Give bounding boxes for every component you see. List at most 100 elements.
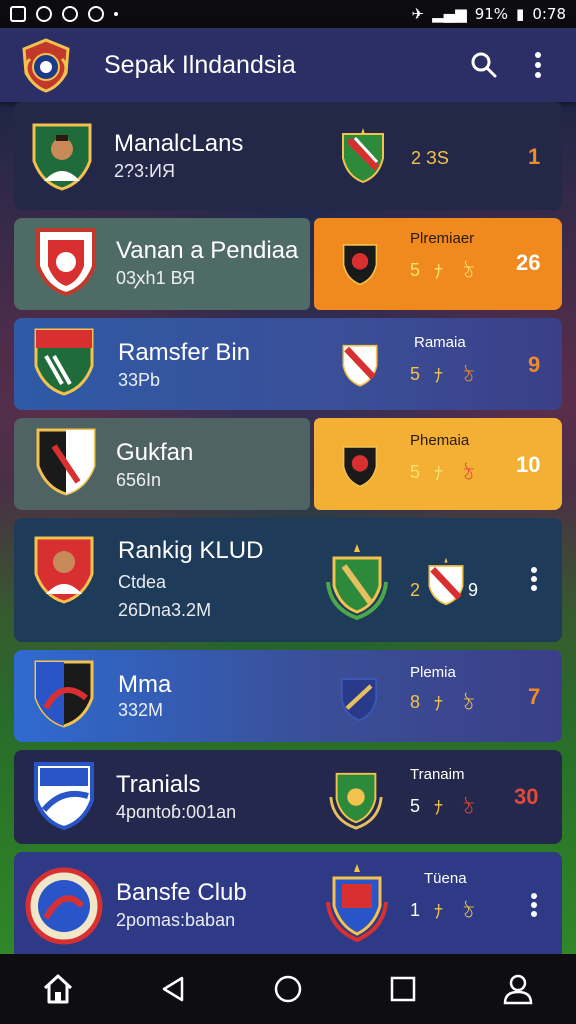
match-count: 5 [410,796,421,816]
match-count: 2 ЗЅ [411,148,449,168]
notification-icon [10,6,26,22]
match-label: Plemia [410,664,456,681]
recents-home-button[interactable] [264,965,312,1013]
club-crest-icon [36,428,96,496]
ball-icon: ঠ [464,464,474,484]
ball-icon: ﾅ [434,798,443,818]
battery-percent: 91% [474,5,509,23]
club-points: 10 [516,452,541,477]
more-vertical-icon [535,52,541,78]
club-stat: 4pɑntoɓ:001an [116,802,237,822]
club-list: ManalcLans 2?3:ИЯ 2 ЗЅ 1 Vanan a Pendiaa… [14,102,562,970]
match-card: Рlremiaer 5 ﾅ ঠ 26 [314,218,562,310]
match-label: Рlremiaer [410,230,475,247]
notification-icon [62,6,78,22]
club-value: 26Dna3.2M [118,600,212,620]
opponent-crest-icon [342,244,378,286]
opponent-crest-icon [342,344,378,387]
dot-icon [114,12,118,16]
match-count: 5 [410,260,421,280]
back-icon [162,976,184,1002]
ball-icon: ﾅ [434,902,443,922]
overflow-menu-button[interactable] [518,45,558,85]
status-bar: ✈ ▂▄▆ 91% ▮ 0:78 [0,0,576,28]
opponent-crest-icon [329,772,383,830]
match-count: 1 [410,900,421,920]
row-more-vertical-icon[interactable] [530,566,538,592]
row-more-vertical-icon[interactable] [530,892,538,918]
club-name: Rankig KLUD [118,537,264,564]
back-button[interactable] [149,965,197,1013]
navigation-bar [0,954,576,1024]
club-name: Gukfan [116,439,194,466]
match-label: Phemaia [410,432,470,449]
club-row[interactable]: Vanan a Pendiaa 03ꭗh1 ВЯ Рlremiaer 5 ﾅ ঠ… [14,218,562,310]
club-points: 30 [514,784,539,809]
club-stat: 2?3:ИЯ [114,161,175,181]
player-avatar [34,536,94,604]
club-row[interactable]: Rankig KLUD Ctdea 26Dna3.2M 2 9 [14,518,562,642]
square-icon [390,976,416,1002]
notification-icon [88,6,104,22]
opponent-crest-icon [342,446,378,488]
ball-icon: ঠ [464,262,474,282]
profile-button[interactable] [494,965,542,1013]
club-crest-icon [36,228,96,296]
circle-home-icon [274,975,302,1003]
ball-icon: ঠ [464,366,474,386]
club-name: Tranials [116,771,201,798]
app-logo-icon [22,38,70,93]
match-label: Tranaim [410,766,465,783]
home-icon [43,974,72,1004]
club-row[interactable]: Bansfe Club 2pomas:baban Tüena 1 ﾅ ঠ [14,852,562,962]
club-crest-icon [34,762,94,830]
notification-icon [36,6,52,22]
ball-icon: ﾅ [434,464,443,484]
club-crest-icon [34,660,94,728]
search-button[interactable] [464,45,504,85]
club-name: Ramsfer Bin [118,339,251,366]
match-count: 8 [410,692,421,712]
notification-icons [10,6,118,22]
club-stat: 332M [118,700,164,720]
app-title: Sepak Ilndandsia [104,50,296,79]
ball-icon: ঠ [464,798,474,818]
overview-button[interactable] [379,965,427,1013]
club-stat: 33Pb [118,370,161,390]
club-stat: 03ꭗh1 ВЯ [116,268,195,288]
club-points: 1 [528,144,541,169]
battery-icon: ▮ [516,5,525,23]
user-icon [504,974,533,1005]
signal-icon: ▂▄▆ [432,5,467,23]
match-count: 2 [410,580,421,600]
club-name: ManalcLans [114,130,244,157]
match-label: Tüena [424,870,467,887]
opponent-crest-icon [341,678,377,722]
club-row[interactable]: Ramsfer Bin 33Pb Ramaia 5 ﾅ ঠ 9 [14,318,562,410]
club-row[interactable]: Mma 332M Plemia 8 ﾅ ঠ 7 [14,650,562,742]
match-card: Phemaia 5 ﾅ ঠ 10 [314,418,562,510]
club-name: Bansfe Club [116,879,247,906]
ball-icon: ঠ [464,694,474,714]
club-row[interactable]: ManalcLans 2?3:ИЯ 2 ЗЅ 1 [14,102,562,210]
club-row[interactable]: Tranials 4pɑntoɓ:001an Tranaim 5 ﾅ ঠ 30 [14,750,562,844]
home-button[interactable] [34,965,82,1013]
wifi-icon: ✈ [411,5,425,23]
search-icon [471,52,497,78]
club-name: Vanan a Pendiaa [116,237,299,264]
club-crest-icon [326,544,388,621]
opponent-crest-icon [428,557,464,606]
club-row[interactable]: Gukfan 656In Phemaia 5 ﾅ ঠ 10 [14,418,562,510]
match-label: Ramaia [414,334,466,351]
ball-icon: ঠ [464,902,474,922]
club-points: 26 [516,250,541,275]
opponent-crest-icon [326,864,388,943]
match-count-secondary: 9 [468,580,479,600]
match-count: 5 [410,462,421,482]
app-bar: Sepak Ilndandsia [0,28,576,102]
club-card: Vanan a Pendiaa 03ꭗh1 ВЯ [14,218,310,310]
club-stat: Ctdea [118,572,167,592]
club-crest-icon [34,328,94,396]
opponent-crest-icon [342,128,384,184]
player-avatar [32,123,92,191]
